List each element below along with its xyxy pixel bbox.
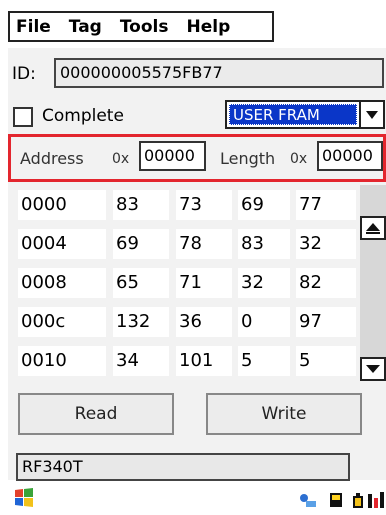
length-hex-prefix: 0x — [290, 151, 308, 167]
complete-checkbox[interactable] — [13, 107, 33, 127]
windows-start-icon[interactable] — [12, 486, 36, 510]
write-button[interactable]: Write — [206, 393, 362, 435]
byte-cell[interactable]: 101 — [176, 346, 232, 376]
byte-cell[interactable]: 32 — [238, 268, 290, 298]
byte-cell[interactable]: 65 — [113, 268, 169, 298]
row-address: 0000 — [18, 190, 106, 220]
byte-cell[interactable]: 32 — [296, 229, 356, 259]
length-input[interactable]: 00000 — [317, 141, 383, 171]
byte-cell[interactable]: 77 — [296, 190, 356, 220]
byte-cell[interactable]: 69 — [238, 190, 290, 220]
grid-scrollbar[interactable] — [360, 185, 386, 380]
chevron-down-icon[interactable] — [359, 102, 383, 127]
scroll-down-button[interactable] — [360, 357, 386, 381]
menu-tag[interactable]: Tag — [63, 17, 114, 37]
length-label: Length — [220, 149, 276, 168]
menu-bar: File Tag Tools Help — [8, 11, 274, 42]
menu-file[interactable]: File — [10, 17, 63, 37]
address-input[interactable]: 00000 — [139, 141, 206, 171]
address-hex-prefix: 0x — [112, 151, 130, 167]
chevron-down-icon — [366, 365, 380, 373]
id-field: 000000005575FB77 — [54, 58, 384, 88]
complete-label[interactable]: Complete — [42, 106, 124, 126]
byte-cell[interactable]: 71 — [176, 268, 232, 298]
address-label: Address — [20, 149, 84, 168]
network-icon[interactable] — [298, 490, 318, 510]
byte-cell[interactable]: 36 — [176, 307, 232, 337]
row-address: 0004 — [18, 229, 106, 259]
scroll-up-button[interactable] — [360, 216, 386, 240]
menu-help[interactable]: Help — [181, 17, 243, 37]
byte-cell[interactable]: 132 — [113, 307, 169, 337]
byte-cell[interactable]: 69 — [113, 229, 169, 259]
byte-cell[interactable]: 34 — [113, 346, 169, 376]
menu-tools[interactable]: Tools — [114, 17, 181, 37]
byte-cell[interactable]: 5 — [238, 346, 290, 376]
app-window: File Tag Tools Help ID: 000000005575FB77… — [0, 0, 386, 515]
byte-cell[interactable]: 97 — [296, 307, 356, 337]
byte-cell[interactable]: 5 — [296, 346, 356, 376]
row-address: 0010 — [18, 346, 106, 376]
status-field: RF340T — [16, 453, 350, 481]
row-address: 0008 — [18, 268, 106, 298]
byte-cell[interactable]: 83 — [113, 190, 169, 220]
device-icon[interactable] — [326, 490, 346, 510]
battery-icon[interactable] — [348, 490, 368, 510]
chevron-up-icon — [366, 223, 380, 234]
memory-select-value[interactable]: USER FRAM — [229, 104, 357, 125]
byte-cell[interactable]: 83 — [238, 229, 290, 259]
memory-select[interactable]: USER FRAM — [225, 100, 385, 129]
byte-cell[interactable]: 82 — [296, 268, 356, 298]
byte-cell[interactable]: 78 — [176, 229, 232, 259]
row-address: 000c — [18, 307, 106, 337]
id-label: ID: — [12, 64, 36, 84]
read-button[interactable]: Read — [18, 393, 174, 435]
byte-cell[interactable]: 73 — [176, 190, 232, 220]
signal-icon[interactable] — [366, 490, 386, 510]
byte-cell[interactable]: 0 — [238, 307, 290, 337]
